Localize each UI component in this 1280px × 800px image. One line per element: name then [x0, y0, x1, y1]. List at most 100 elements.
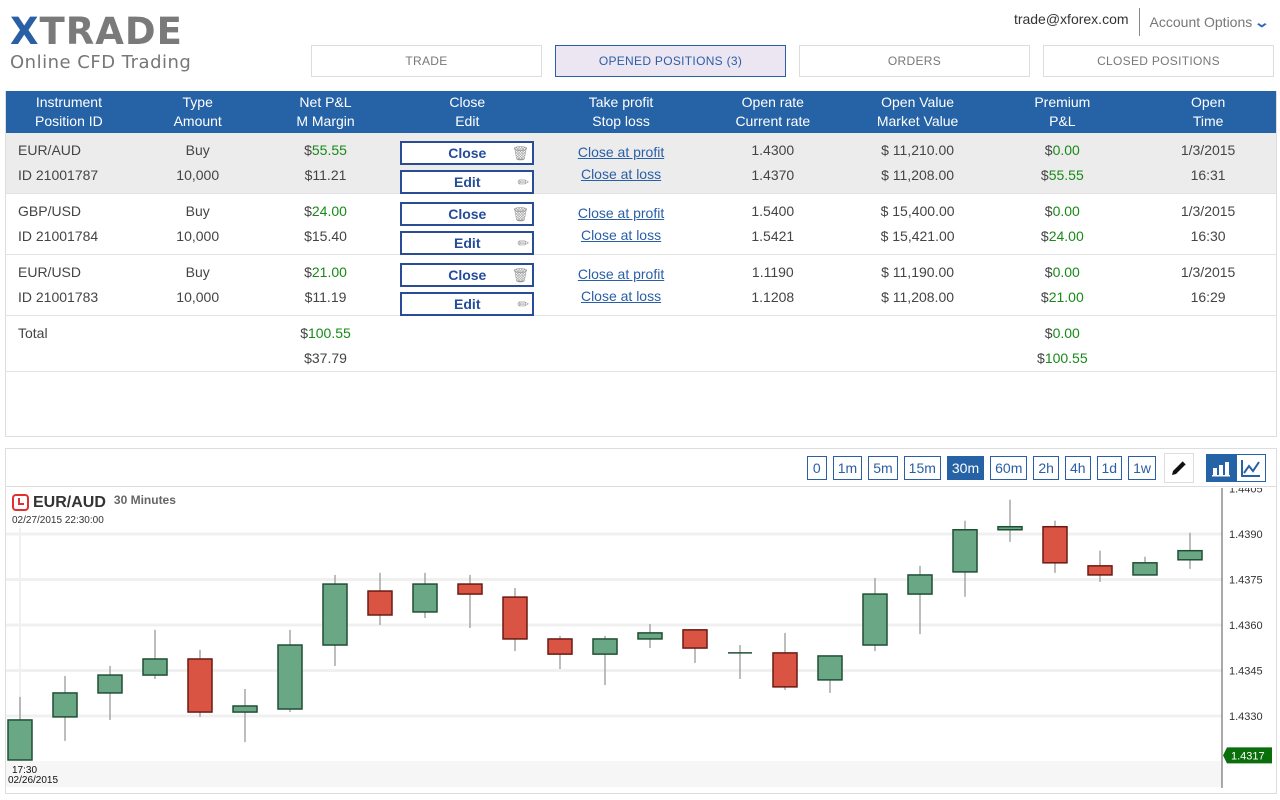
candle-body-up — [277, 644, 303, 710]
open-value: $ 15,400.00 — [880, 203, 955, 219]
trade-type: Buy — [185, 142, 210, 158]
timeframe-5m-button[interactable]: 5m — [868, 455, 898, 480]
draw-tool-button[interactable] — [1164, 452, 1194, 483]
close-position-button[interactable]: Close 🗑 — [400, 202, 535, 226]
candle-body-up — [7, 719, 33, 761]
timeframe-15m-button[interactable]: 15m — [903, 455, 941, 480]
header-take-profit: Take profit Stop loss — [588, 94, 654, 129]
total-margin: $37.79 — [304, 350, 347, 366]
y-tick-label: 1.4345 — [1229, 666, 1263, 678]
table-header: Instrument Position ID Type Amount Net P&L… — [6, 91, 1276, 133]
timeframe-60m-button[interactable]: 60m — [990, 455, 1028, 480]
margin: $11.19 — [304, 289, 347, 305]
candlestick-chart: 1.44051.43901.43751.43601.43451.433017:3… — [6, 488, 1272, 788]
tab-opened-positions[interactable]: OPENED POSITIONS (3) — [555, 45, 786, 77]
tab-closed-positions[interactable]: CLOSED POSITIONS — [1043, 45, 1274, 77]
candle-body-down — [1087, 565, 1113, 576]
tab-trade[interactable]: TRADE — [311, 45, 542, 77]
stop-loss-link[interactable]: Close at loss — [547, 226, 695, 244]
timeframe-1w-button[interactable]: 1w — [1128, 455, 1156, 480]
stop-loss-link[interactable]: Close at loss — [547, 165, 695, 183]
candle-body-up — [1132, 562, 1158, 576]
position-row: EUR/USD ID 21001783 Buy 10,000 $21.00 $11.1… — [6, 255, 1276, 316]
trash-icon: 🗑 — [511, 206, 530, 222]
account-options-label: Account Options — [1149, 14, 1253, 30]
net-pl: $24.00 — [304, 203, 347, 219]
x-tick-date: 02/26/2015 — [8, 775, 58, 786]
position-row: GBP/USD ID 21001784 Buy 10,000 $24.00 $15.4… — [6, 194, 1276, 255]
position-row: EUR/AUD ID 21001787 Buy 10,000 $55.55 $11.2… — [6, 133, 1276, 194]
take-profit-link[interactable]: Close at profit — [547, 204, 695, 222]
take-profit-link[interactable]: Close at profit — [547, 265, 695, 283]
close-position-button[interactable]: Close 🗑 — [400, 141, 535, 165]
chart-symbol: EUR/AUD — [33, 494, 106, 511]
price-chart[interactable]: EUR/AUD 30 Minutes 02/27/2015 22:30:00 1… — [6, 488, 1276, 794]
y-tick-label: 1.4330 — [1229, 711, 1263, 723]
net-pl: $21.00 — [304, 264, 347, 280]
close-position-button[interactable]: Close 🗑 — [400, 263, 535, 287]
pl: $24.00 — [1040, 228, 1084, 244]
open-date: 1/3/2015 — [1180, 203, 1236, 219]
timeframe-selector: 0 1m 5m 15m 30m 60m 2h 4h 1d 1w — [806, 455, 1156, 480]
header-open-time: Open Time — [1190, 94, 1226, 129]
margin: $15.40 — [304, 228, 347, 244]
open-time: 16:30 — [1190, 228, 1226, 244]
y-tick-label: 1.4405 — [1229, 488, 1263, 496]
candle-body-up — [97, 674, 123, 694]
trash-icon: 🗑 — [511, 267, 530, 283]
header-type: Type Amount — [173, 94, 222, 129]
total-label: Total — [18, 325, 48, 341]
candle-body-up — [322, 583, 348, 646]
candle-body-up — [52, 692, 78, 718]
candlestick-type-button[interactable] — [1206, 453, 1236, 482]
open-date: 1/3/2015 — [1180, 142, 1236, 158]
chart-period: 30 Minutes — [113, 493, 176, 507]
pl: $55.55 — [1040, 167, 1084, 183]
trash-icon: 🗑 — [511, 145, 530, 161]
amount: 10,000 — [176, 289, 220, 305]
account-options-menu[interactable]: Account Options ⌄ — [1140, 8, 1271, 36]
line-type-button[interactable] — [1236, 453, 1266, 482]
market-value: $ 15,421.00 — [880, 228, 955, 244]
header-open-value: Open Value Market Value — [876, 94, 959, 129]
clock-icon — [12, 494, 29, 511]
header-instrument: Instrument Position ID — [35, 94, 103, 129]
chevron-down-icon: ⌄ — [1253, 14, 1271, 30]
timeframe-1d-button[interactable]: 1d — [1096, 455, 1123, 480]
header-close-edit: Close Edit — [449, 94, 486, 129]
position-id: ID 21001783 — [18, 289, 99, 305]
edit-position-button[interactable]: Edit ✏ — [400, 292, 535, 316]
current-rate: 1.4370 — [751, 167, 795, 183]
candle-body-down — [457, 583, 483, 595]
opened-positions-table: Instrument Position ID Type Amount Net P&L… — [5, 91, 1277, 437]
user-email: trade@xforex.com — [1014, 8, 1140, 36]
amount: 10,000 — [176, 228, 220, 244]
chart-panel: 0 1m 5m 15m 30m 60m 2h 4h 1d 1w EUR/AUD 30 Minute… — [5, 448, 1277, 794]
timeframe-4h-button[interactable]: 4h — [1064, 455, 1091, 480]
header-net-pl: Net P&L M Margin — [296, 94, 355, 129]
total-pl: $100.55 — [1037, 350, 1088, 366]
tab-orders[interactable]: ORDERS — [799, 45, 1030, 77]
candle-body-down — [547, 638, 573, 655]
market-value: $ 11,208.00 — [881, 167, 955, 183]
open-time: 16:31 — [1190, 167, 1226, 183]
xtrade-logo[interactable]: XTRADE Online CFD Trading — [10, 13, 230, 73]
open-date: 1/3/2015 — [1180, 264, 1236, 280]
total-net-pl: $100.55 — [300, 325, 351, 341]
candle-body-down — [682, 629, 708, 649]
candle-body-up — [862, 593, 888, 646]
take-profit-link[interactable]: Close at profit — [547, 143, 695, 161]
candle-body-up — [412, 583, 438, 613]
timeframe-2h-button[interactable]: 2h — [1033, 455, 1059, 480]
timeframe-0-button[interactable]: 0 — [806, 455, 827, 480]
timeframe-30m-button[interactable]: 30m — [946, 455, 985, 480]
last-price-label: 1.4317 — [1231, 750, 1265, 762]
edit-position-button[interactable]: Edit ✏ — [400, 231, 535, 255]
total-premium: $0.00 — [1044, 325, 1080, 341]
stop-loss-link[interactable]: Close at loss — [547, 287, 695, 305]
edit-position-button[interactable]: Edit ✏ — [400, 170, 535, 194]
timeframe-1m-button[interactable]: 1m — [832, 455, 863, 480]
header-open-rate: Open rate Current rate — [735, 94, 811, 129]
market-value: $ 11,208.00 — [881, 289, 955, 305]
pencil-icon: ✏ — [517, 235, 530, 251]
